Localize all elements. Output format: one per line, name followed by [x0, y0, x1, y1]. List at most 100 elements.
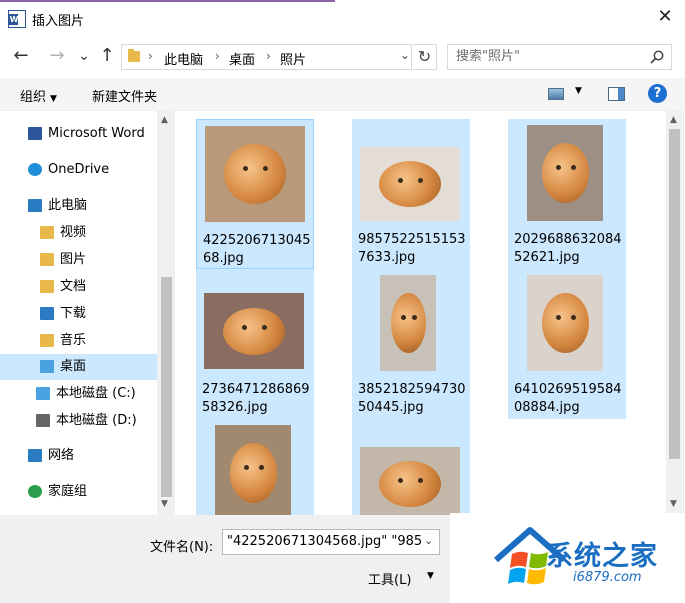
sidebar-item-desktop[interactable]: 桌面 [0, 354, 157, 380]
word-icon: W [8, 10, 26, 28]
file-tile[interactable]: 6410269519584 08884.jpg [508, 269, 626, 419]
sidebar-item-label: 本地磁盘 (C:) [56, 386, 136, 401]
pc-icon [28, 199, 42, 212]
sidebar-item-drive-c[interactable]: 本地磁盘 (C:) [0, 381, 157, 407]
sidebar-item-downloads[interactable]: 下载 [0, 301, 157, 327]
cat-photo-thumbnail [360, 147, 460, 221]
file-name-line: 52621.jpg [514, 250, 580, 265]
filename-input[interactable]: "422520671304568.jpg" "985 [222, 529, 440, 555]
close-button[interactable]: ✕ [655, 8, 675, 28]
file-tile[interactable] [196, 419, 314, 515]
cat-photo-thumbnail [215, 425, 291, 515]
documents-folder-icon [40, 280, 54, 293]
file-name-label: 2029688632084 52621.jpg [514, 231, 624, 267]
sidebar-item-label: 视频 [60, 225, 87, 240]
scroll-up-arrow-icon[interactable]: ▲ [670, 115, 677, 125]
word-icon [28, 127, 42, 140]
tools-chevron-down-icon[interactable]: ▼ [427, 571, 434, 581]
title-bar: W 插入图片 ✕ [0, 0, 685, 36]
file-name-label: 2736471286869 58326.jpg [202, 381, 312, 417]
file-tile[interactable]: 3852182594730 50445.jpg [352, 269, 470, 419]
downloads-folder-icon [40, 307, 54, 320]
back-button[interactable]: ← [10, 45, 32, 67]
file-tile[interactable]: 9857522515153 7633.jpg [352, 119, 470, 269]
title-accent-strip [0, 0, 335, 2]
file-name-label: 4225206713045 68.jpg [203, 232, 313, 268]
change-view-icon[interactable] [548, 88, 564, 100]
sidebar-item-label: 文档 [60, 279, 87, 294]
refresh-button[interactable]: ↻ [413, 44, 437, 70]
sidebar-item-documents[interactable]: 文档 [0, 274, 157, 300]
recent-locations-button[interactable]: ⌄ [73, 45, 95, 67]
scrollbar-thumb[interactable] [669, 129, 680, 459]
scroll-up-arrow-icon[interactable]: ▲ [161, 115, 168, 125]
up-button[interactable]: ↑ [96, 45, 118, 67]
preview-pane-icon[interactable] [608, 87, 625, 101]
file-name-line: 2736471286869 [202, 382, 310, 397]
file-tile[interactable]: 2029688632084 52621.jpg [508, 119, 626, 269]
sidebar-item-onedrive[interactable]: OneDrive [0, 157, 157, 183]
window-title: 插入图片 [32, 14, 85, 29]
file-name-line: 9857522515153 [358, 232, 466, 247]
navigation-bar: ← → ⌄ ↑ › 此电脑 › 桌面 › 照片 ⌄ ↻ [0, 36, 685, 78]
search-box[interactable] [447, 44, 672, 70]
file-tile[interactable] [352, 419, 470, 515]
sidebar-item-label: Microsoft Word [48, 126, 145, 141]
navigation-pane: Microsoft Word OneDrive 此电脑视频图片文档下载音乐桌面本地磁… [0, 111, 176, 515]
watermark-url: i6879.com [573, 570, 642, 585]
drive-c-icon [36, 387, 50, 400]
view-options-chevron-icon[interactable]: ▼ [575, 86, 582, 96]
filename-dropdown-icon[interactable]: ⌄ [424, 534, 433, 547]
sidebar-item-label: 下载 [60, 306, 87, 321]
breadcrumb-photos[interactable]: 照片 [280, 49, 306, 68]
sidebar-item-label: OneDrive [48, 162, 110, 177]
sidebar-item-word[interactable]: Microsoft Word [0, 121, 157, 147]
sidebar-item-pictures[interactable]: 图片 [0, 247, 157, 273]
file-name-label: 6410269519584 08884.jpg [514, 381, 624, 417]
sidebar-item-drive-d[interactable]: 本地磁盘 (D:) [0, 408, 157, 434]
cat-photo-thumbnail [204, 293, 304, 369]
file-list-scrollbar[interactable]: ▲ ▼ [666, 111, 684, 515]
cat-photo-thumbnail [380, 275, 436, 371]
breadcrumb-desktop[interactable]: 桌面 [229, 49, 255, 68]
sidebar-item-network[interactable]: 网络 [0, 443, 157, 469]
address-dropdown-button[interactable]: ⌄ [400, 48, 410, 62]
sidebar-item-music[interactable]: 音乐 [0, 328, 157, 354]
tools-button[interactable]: 工具(L) [368, 569, 411, 588]
help-icon[interactable]: ? [648, 84, 667, 103]
cat-photo-thumbnail [527, 125, 603, 221]
breadcrumb-separator: › [266, 49, 271, 63]
cat-photo-thumbnail [205, 126, 305, 222]
file-name-label: 3852182594730 50445.jpg [358, 381, 468, 417]
network-icon [28, 449, 42, 462]
command-bar: 组织 ▼ 新建文件夹 ▼ ? [0, 78, 685, 111]
breadcrumb-this-pc[interactable]: 此电脑 [164, 49, 203, 68]
new-folder-button[interactable]: 新建文件夹 [92, 86, 157, 105]
breadcrumb-separator: › [148, 49, 153, 63]
homegroup-icon [28, 485, 42, 498]
scroll-down-arrow-icon[interactable]: ▼ [670, 499, 677, 509]
file-name-line: 50445.jpg [358, 400, 424, 415]
sidebar-item-this-pc[interactable]: 此电脑 [0, 193, 157, 219]
forward-button[interactable]: → [46, 45, 68, 67]
desktop-folder-icon [40, 360, 54, 373]
sidebar-item-label: 桌面 [60, 359, 87, 374]
scrollbar-thumb[interactable] [161, 277, 172, 497]
drive-d-icon [36, 414, 50, 427]
file-list: 4225206713045 68.jpg 9857522515153 7633.jpg… [176, 111, 666, 515]
organize-button[interactable]: 组织 ▼ [20, 86, 57, 105]
scroll-down-arrow-icon[interactable]: ▼ [161, 499, 168, 509]
file-name-line: 68.jpg [203, 251, 244, 266]
navigation-scrollbar[interactable]: ▲ ▼ [157, 111, 175, 515]
sidebar-item-videos[interactable]: 视频 [0, 220, 157, 246]
sidebar-item-label: 此电脑 [48, 198, 88, 213]
sidebar-item-label: 音乐 [60, 333, 87, 348]
filename-label: 文件名(N): [150, 540, 214, 555]
file-tile[interactable]: 2736471286869 58326.jpg [196, 269, 314, 419]
cat-photo-thumbnail [527, 275, 603, 371]
search-icon [650, 50, 664, 64]
file-tile[interactable]: 4225206713045 68.jpg [196, 119, 314, 269]
search-input[interactable] [456, 49, 646, 64]
sidebar-item-homegroup[interactable]: 家庭组 [0, 479, 157, 505]
address-bar[interactable]: › 此电脑 › 桌面 › 照片 ⌄ [121, 44, 412, 70]
